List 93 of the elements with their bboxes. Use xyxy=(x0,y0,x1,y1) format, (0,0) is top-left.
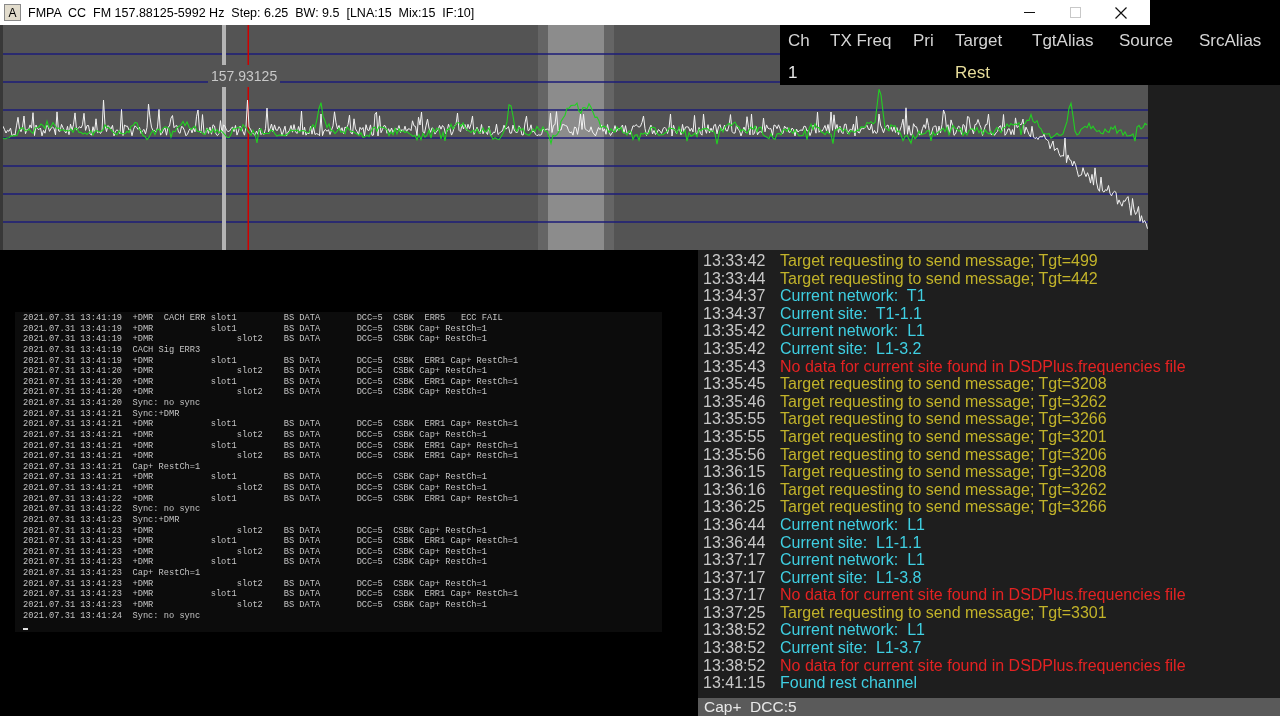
log-time: 13:37:17 xyxy=(703,586,767,604)
console-line: 2021.07.31 13:41:19 +DMR slot1 BS DATA DCC=5 CSBK ERR1 Cap+ RestCh=1 xyxy=(23,355,519,366)
console-line: 2021.07.31 13:41:21 +DMR slot1 BS DATA DCC=5 CSBK ERR1 Cap+ RestCh=1 xyxy=(23,419,519,430)
console-line: 2021.07.31 13:41:20 +DMR slot2 BS DATA DCC=5 CSBK Cap+ RestCh=1 xyxy=(23,387,487,398)
log-time: 13:38:52 xyxy=(703,621,767,640)
console-line: 2021.07.31 13:41:23 Sync:+DMR xyxy=(23,514,180,526)
log-message: Target requesting to send message; Tgt=3266 xyxy=(780,410,1107,428)
log-time: 13:33:42 xyxy=(703,252,767,270)
log-message: Current site: L1-3.8 xyxy=(780,568,922,587)
log-message: Found rest channel xyxy=(780,674,917,692)
console-line: 2021.07.31 13:41:21 +DMR slot1 BS DATA DCC=5 CSBK ERR1 Cap+ RestCh=1 xyxy=(23,440,519,451)
console-line: 2021.07.31 13:41:23 +DMR slot2 BS DATA DCC=5 CSBK Cap+ RestCh=1 xyxy=(23,599,487,611)
column-header: Source xyxy=(1119,31,1173,50)
console-line: 2021.07.31 13:41:20 +DMR slot1 BS DATA DCC=5 CSBK ERR1 Cap+ RestCh=1 xyxy=(23,376,519,387)
app-icon: A xyxy=(4,4,21,21)
log-message: Target requesting to send message; Tgt=499 xyxy=(780,252,1098,270)
cursor-icon xyxy=(23,628,28,631)
log-message: Target requesting to send message; Tgt=3206 xyxy=(780,445,1107,464)
console-line: 2021.07.31 13:41:23 +DMR slot1 BS DATA DCC=5 CSBK ERR1 Cap+ RestCh=1 xyxy=(23,536,519,547)
window-title: FMPA CC FM 157.88125-5992 Hz Step: 6.25 BW: 9.5 [LNA:15 Mix:15 IF:10] xyxy=(28,4,475,21)
console-line: 2021.07.31 13:41:24 Sync: no sync xyxy=(23,610,201,622)
status-bar: Cap+ DCC:5 xyxy=(698,698,1280,716)
log-time: 13:34:37 xyxy=(703,287,767,305)
column-header: Target xyxy=(955,31,1003,50)
log-time: 13:36:44 xyxy=(703,533,767,552)
console-line: 2021.07.31 13:41:21 Cap+ RestCh=1 xyxy=(23,461,201,473)
log-time: 13:36:15 xyxy=(703,463,767,481)
console-line: 2021.07.31 13:41:19 +DMR slot2 BS DATA DCC=5 CSBK Cap+ RestCh=1 xyxy=(23,334,487,345)
log-time: 13:34:37 xyxy=(703,304,767,323)
log-time: 13:35:42 xyxy=(703,322,767,340)
log-message: No data for current site found in DSDPlus.frequencies file xyxy=(780,656,1186,675)
log-message: Current site: L1-1.1 xyxy=(780,533,922,552)
log-time: 13:35:56 xyxy=(703,445,767,464)
console-line: 2021.07.31 13:41:20 +DMR slot2 BS DATA DCC=5 CSBK Cap+ RestCh=1 xyxy=(23,366,487,377)
log-time: 13:36:25 xyxy=(703,498,767,516)
console-line: 2021.07.31 13:41:23 +DMR slot2 BS DATA DCC=5 CSBK Cap+ RestCh=1 xyxy=(23,525,487,536)
log-message: Target requesting to send message; Tgt=442 xyxy=(780,269,1098,288)
console-line: 2021.07.31 13:41:23 +DMR slot2 BS DATA DCC=5 CSBK Cap+ RestCh=1 xyxy=(23,578,487,589)
console-line: 2021.07.31 13:41:19 CACH Sig ERR3 xyxy=(23,344,201,356)
log-message: Target requesting to send message; Tgt=3201 xyxy=(780,427,1107,446)
log-time: 13:41:15 xyxy=(703,674,767,692)
log-time: 13:35:45 xyxy=(703,375,767,393)
column-header: Ch xyxy=(788,31,810,50)
log-message: Target requesting to send message; Tgt=3266 xyxy=(780,498,1107,516)
log-message: No data for current site found in DSDPlus.frequencies file xyxy=(780,357,1186,376)
log-message: Current network: L1 xyxy=(780,515,925,534)
log-time: 13:36:16 xyxy=(703,480,767,499)
column-header: Pri xyxy=(913,31,934,50)
table-cell: Rest xyxy=(955,63,990,82)
log-time: 13:37:17 xyxy=(703,568,767,587)
log-time: 13:38:52 xyxy=(703,639,767,657)
log-message: Target requesting to send message; Tgt=3208 xyxy=(780,463,1107,481)
console-line: 2021.07.31 13:41:23 +DMR slot1 BS DATA DCC=5 CSBK Cap+ RestCh=1 xyxy=(23,557,487,568)
log-time: 13:35:43 xyxy=(703,357,767,376)
log-message: Current network: L1 xyxy=(780,551,925,569)
console-line: 2021.07.31 13:41:19 +DMR slot1 BS DATA DCC=5 CSBK Cap+ RestCh=1 xyxy=(23,323,487,334)
log-time: 13:36:44 xyxy=(703,515,767,534)
console-line: 2021.07.31 13:41:22 Sync: no sync xyxy=(23,504,201,515)
console-line: 2021.07.31 13:41:21 +DMR slot1 BS DATA DCC=5 CSBK Cap+ RestCh=1 xyxy=(23,472,487,483)
log-message: No data for current site found in DSDPlus.frequencies file xyxy=(780,586,1186,604)
log-time: 13:37:25 xyxy=(703,603,767,622)
console-line: 2021.07.31 13:41:19 +DMR CACH ERR slot1 BS DATA DCC=5 CSBK ERR5 ECC FAIL xyxy=(23,313,503,324)
log-time: 13:38:52 xyxy=(703,656,767,675)
console-line: 2021.07.31 13:41:23 +DMR slot1 BS DATA DCC=5 CSBK ERR1 Cap+ RestCh=1 xyxy=(23,589,519,600)
log-message: Current network: L1 xyxy=(780,621,925,640)
log-message: Target requesting to send message; Tgt=3208 xyxy=(780,375,1107,393)
log-message: Current network: L1 xyxy=(780,322,925,340)
log-message: Current site: L1-3.7 xyxy=(780,639,922,657)
log-message: Current network: T1 xyxy=(780,287,926,305)
console-line: 2021.07.31 13:41:21 Sync:+DMR xyxy=(23,408,180,420)
column-header: TX Freq xyxy=(830,31,892,50)
log-time: 13:35:46 xyxy=(703,392,767,411)
column-header: TgtAlias xyxy=(1032,31,1094,50)
log-message: Target requesting to send message; Tgt=3262 xyxy=(780,392,1107,411)
table-cell: 1 xyxy=(788,63,798,82)
column-header: SrcAlias xyxy=(1199,31,1262,50)
log-time: 13:35:55 xyxy=(703,427,767,446)
log-message: Target requesting to send message; Tgt=3301 xyxy=(780,603,1107,622)
log-time: 13:35:42 xyxy=(703,339,767,358)
log-time: 13:37:17 xyxy=(703,551,767,569)
log-message: Target requesting to send message; Tgt=3262 xyxy=(780,480,1107,499)
console-line: 2021.07.31 13:41:23 +DMR slot2 BS DATA DCC=5 CSBK Cap+ RestCh=1 xyxy=(23,546,487,557)
console-line: 2021.07.31 13:41:21 +DMR slot2 BS DATA DCC=5 CSBK Cap+ RestCh=1 xyxy=(23,429,487,441)
log-message: Current site: T1-1.1 xyxy=(780,304,922,323)
console-line: 2021.07.31 13:41:22 +DMR slot1 BS DATA DCC=5 CSBK ERR1 Cap+ RestCh=1 xyxy=(23,493,519,505)
console-line: 2021.07.31 13:41:21 +DMR slot2 BS DATA DCC=5 CSBK ERR1 Cap+ RestCh=1 xyxy=(23,451,519,462)
log-time: 13:35:55 xyxy=(703,410,767,428)
log-time: 13:33:44 xyxy=(703,269,767,288)
frequency-label: 157.93125 xyxy=(208,65,281,87)
log-message: Current site: L1-3.2 xyxy=(780,339,922,358)
console-line: 2021.07.31 13:41:23 Cap+ RestCh=1 xyxy=(23,568,201,579)
console-line: 2021.07.31 13:41:20 Sync: no sync xyxy=(23,398,201,409)
console-line: 2021.07.31 13:41:21 +DMR slot2 BS DATA DCC=5 CSBK Cap+ RestCh=1 xyxy=(23,483,487,494)
